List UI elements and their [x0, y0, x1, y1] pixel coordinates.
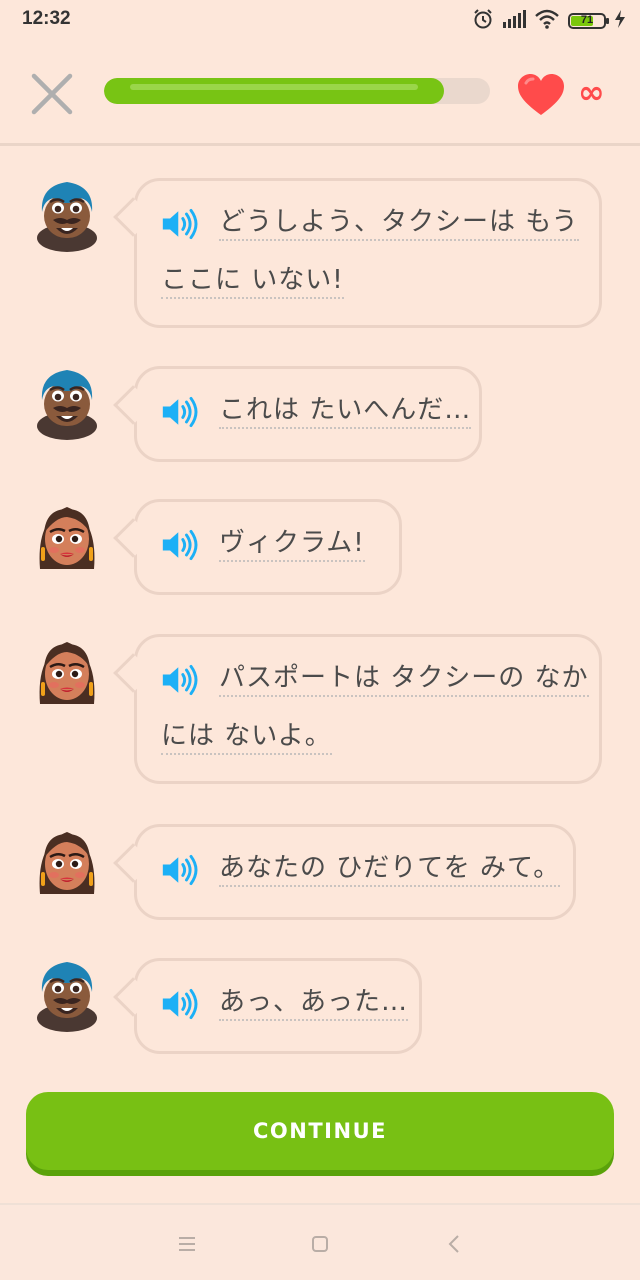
- speech-bubble: あなたの ひだりてを みて。: [113, 824, 576, 920]
- priti-avatar: [38, 640, 96, 706]
- system-nav-bar: [0, 1205, 640, 1280]
- header-divider: [0, 143, 640, 146]
- progress-fill: [104, 78, 444, 104]
- menu-icon[interactable]: [172, 1229, 202, 1259]
- dialogue-line[interactable]: どうしよう、タクシーは もう: [161, 193, 579, 251]
- bubble-tail: [113, 518, 153, 558]
- speaker-icon[interactable]: [161, 853, 201, 887]
- hearts-count: ∞: [578, 73, 605, 111]
- speech-bubble: あっ、あった…: [113, 958, 422, 1054]
- battery-icon: 71: [568, 13, 609, 29]
- dialogue-line[interactable]: あなたの ひだりてを みて。: [161, 839, 561, 897]
- battery-level: 71: [580, 14, 594, 26]
- bubble-tail: [113, 977, 153, 1017]
- lesson-header: ∞: [0, 40, 640, 144]
- speaker-icon[interactable]: [161, 207, 201, 241]
- dialogue-line[interactable]: ここに いない!: [161, 251, 577, 309]
- close-icon: [31, 73, 73, 115]
- back-icon[interactable]: [440, 1229, 470, 1259]
- continue-button[interactable]: CONTINUE: [26, 1092, 614, 1170]
- speech-bubble: パスポートは タクシーの なか には ないよ。: [113, 634, 602, 784]
- alarm-icon: [472, 8, 494, 34]
- home-icon[interactable]: [305, 1229, 335, 1259]
- wifi-icon: [534, 9, 560, 33]
- speaker-icon[interactable]: [161, 528, 201, 562]
- heart-icon[interactable]: [516, 73, 566, 117]
- dialogue-line[interactable]: には ないよ。: [161, 707, 577, 765]
- dialogue-line[interactable]: パスポートは タクシーの なか: [161, 649, 589, 707]
- charging-icon: [614, 10, 626, 32]
- vikram-avatar: [35, 180, 99, 254]
- bubble-tail: [113, 843, 153, 883]
- bubble-tail: [113, 197, 153, 237]
- priti-avatar: [38, 830, 96, 896]
- close-button[interactable]: [28, 70, 76, 118]
- status-time: 12:32: [22, 8, 71, 29]
- lesson-progress-bar: [104, 78, 490, 104]
- progress-shine: [130, 84, 418, 90]
- speech-bubble: どうしよう、タクシーは もう ここに いない!: [113, 178, 602, 328]
- status-icons: 71: [472, 8, 626, 34]
- dialogue-line[interactable]: これは たいへんだ…: [161, 381, 472, 439]
- speaker-icon[interactable]: [161, 987, 201, 1021]
- speaker-icon[interactable]: [161, 663, 201, 697]
- bubble-tail: [113, 653, 153, 693]
- vikram-avatar: [35, 960, 99, 1034]
- speech-bubble: これは たいへんだ…: [113, 366, 482, 462]
- signal-icon: [502, 10, 526, 32]
- bubble-tail: [113, 385, 153, 425]
- speaker-icon[interactable]: [161, 395, 201, 429]
- priti-avatar: [38, 505, 96, 571]
- status-bar: 12:32 71: [0, 0, 640, 40]
- vikram-avatar: [35, 368, 99, 442]
- speech-bubble: ヴィクラム!: [113, 499, 402, 595]
